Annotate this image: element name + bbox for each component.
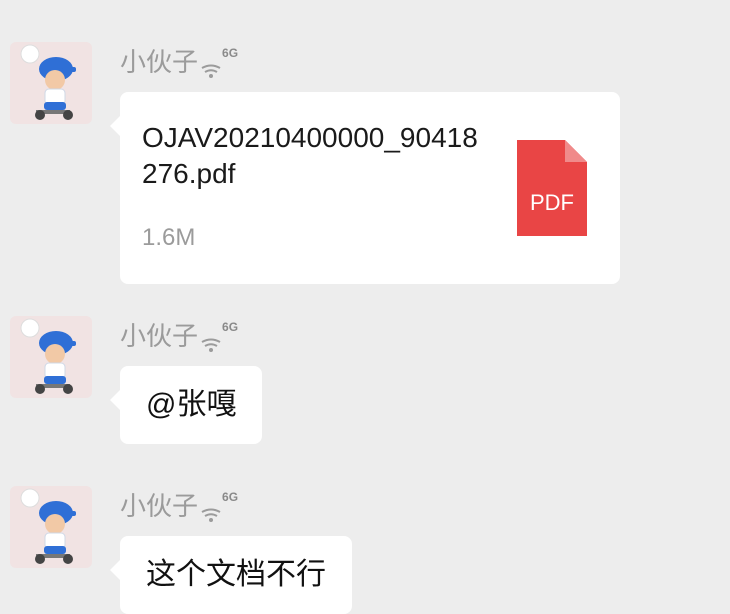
wifi-signal-icon [200, 326, 222, 362]
pdf-icon-label: PDF [530, 190, 574, 215]
avatar[interactable] [10, 42, 92, 124]
sender-name: 小伙子 [120, 491, 199, 521]
file-name: OJAV20210400000_90418276.pdf [142, 122, 478, 189]
pdf-file-icon: PDF [517, 140, 587, 241]
wifi-signal-icon [200, 52, 222, 88]
avatar[interactable] [10, 486, 92, 568]
message-bubble[interactable]: @张嘎 [109, 366, 263, 444]
sender-name: 小伙子 [120, 47, 199, 77]
wifi-signal-icon [200, 496, 222, 532]
sender-name-row: 小伙子 6G [120, 488, 238, 524]
sender-name: 小伙子 [120, 321, 199, 351]
sender-name-row: 小伙子 6G [120, 44, 238, 80]
network-badge: 6G [222, 320, 239, 334]
network-badge: 6G [222, 490, 239, 504]
file-size: 1.6M [142, 224, 196, 251]
message-bubble[interactable]: 这个文档不行 [110, 536, 352, 614]
network-badge: 6G [222, 46, 239, 60]
file-bubble[interactable]: OJAV20210400000_90418276.pdf 1.6M PDF [110, 92, 620, 284]
sender-name-row: 小伙子 6G [120, 318, 238, 354]
avatar[interactable] [10, 316, 92, 398]
